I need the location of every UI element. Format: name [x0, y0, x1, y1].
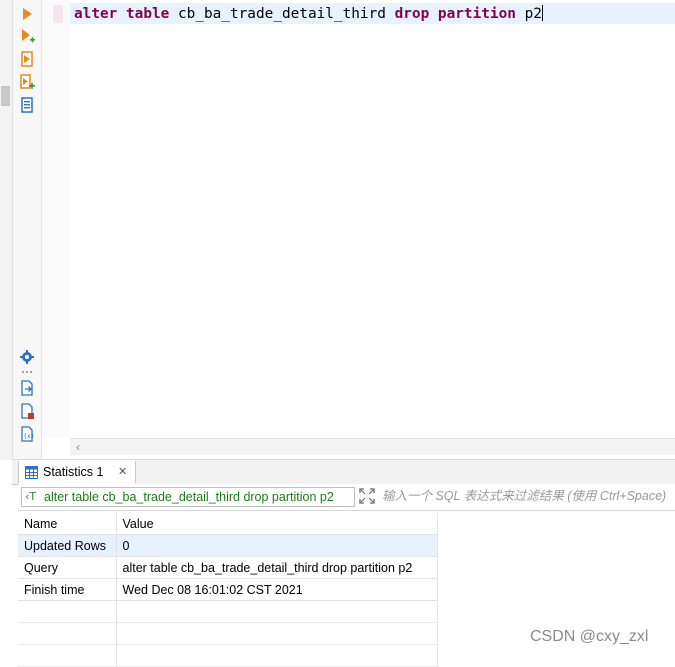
- code-token: table: [126, 6, 170, 22]
- table-row[interactable]: Query alter table cb_ba_trade_detail_thi…: [18, 556, 438, 579]
- expand-filter-button[interactable]: [359, 488, 375, 504]
- empty-cell: [18, 600, 117, 623]
- execute-script-icon: [21, 51, 33, 67]
- active-query-text: alter table cb_ba_trade_detail_third dro…: [44, 490, 334, 504]
- code-token: alter: [74, 6, 118, 22]
- editor-gutter: [42, 0, 70, 438]
- cell-name[interactable]: Updated Rows: [18, 534, 117, 557]
- empty-cell: [116, 600, 438, 623]
- variables-button[interactable]: {x}: [19, 426, 35, 442]
- table-row[interactable]: Updated Rows 0: [18, 534, 438, 557]
- explain-plan-icon: [21, 97, 33, 113]
- results-tab-bar: Statistics 1 ✕: [12, 459, 675, 485]
- results-filter-bar: ‹T alter table cb_ba_trade_detail_third …: [18, 484, 675, 511]
- tab-statistics[interactable]: Statistics 1 ✕: [18, 460, 136, 484]
- delete-file-button[interactable]: [19, 403, 35, 419]
- execute-script-new-tab-button[interactable]: [19, 74, 35, 90]
- empty-row: [18, 644, 438, 667]
- editor-side-toolbar: {x}: [13, 0, 42, 460]
- scroll-left-icon[interactable]: ‹: [76, 440, 80, 454]
- empty-row: [18, 622, 438, 645]
- cell-value[interactable]: alter table cb_ba_trade_detail_third dro…: [116, 556, 438, 579]
- query-text-icon: ‹T: [25, 490, 37, 503]
- toolbar-separator: [22, 371, 32, 375]
- delete-file-icon: [21, 403, 34, 419]
- empty-row: [18, 600, 438, 623]
- sql-editor[interactable]: alter table cb_ba_trade_detail_third dro…: [70, 0, 675, 438]
- sql-code-line[interactable]: alter table cb_ba_trade_detail_third dro…: [74, 5, 543, 23]
- execute-new-tab-icon: [22, 29, 35, 43]
- expand-arrows-icon: [359, 488, 375, 504]
- cell-value[interactable]: 0: [116, 534, 438, 557]
- vertical-scroll-thumb[interactable]: [1, 86, 10, 106]
- current-line-marker: [53, 5, 63, 23]
- code-token: cb_ba_trade_detail_third: [169, 6, 395, 22]
- svg-text:{x}: {x}: [23, 433, 34, 440]
- code-token: partition: [437, 6, 516, 22]
- cell-value[interactable]: Wed Dec 08 16:01:02 CST 2021: [116, 578, 438, 601]
- cell-name[interactable]: Finish time: [18, 578, 117, 601]
- code-token: p2: [515, 6, 542, 22]
- empty-cell: [18, 622, 117, 645]
- filter-expression-input[interactable]: [382, 486, 675, 506]
- export-icon: [21, 380, 33, 396]
- text-caret: [541, 5, 543, 21]
- execute-script-button[interactable]: [19, 51, 35, 67]
- column-header-value[interactable]: Value: [116, 513, 438, 535]
- active-query-box[interactable]: ‹T alter table cb_ba_trade_detail_third …: [21, 487, 355, 507]
- empty-cell: [116, 622, 438, 645]
- settings-button[interactable]: [19, 349, 35, 365]
- variables-icon: {x}: [21, 426, 35, 442]
- horizontal-scrollbar[interactable]: ‹: [70, 438, 675, 455]
- code-token: drop: [394, 6, 430, 22]
- close-icon[interactable]: ✕: [118, 465, 127, 478]
- execute-script-new-tab-icon: [20, 74, 35, 89]
- empty-cell: [18, 644, 117, 667]
- tab-label: Statistics 1: [43, 465, 104, 479]
- execute-statement-icon: [23, 8, 32, 20]
- empty-cell: [116, 644, 438, 667]
- execute-statement-button[interactable]: [19, 6, 35, 22]
- outer-side-strip: [0, 0, 13, 460]
- grid-table-icon: [25, 466, 38, 479]
- table-row[interactable]: Finish time Wed Dec 08 16:01:02 CST 2021: [18, 578, 438, 601]
- table-header-row: Name Value: [18, 513, 438, 535]
- explain-plan-button[interactable]: [19, 97, 35, 113]
- execute-new-tab-button[interactable]: [19, 28, 35, 44]
- export-button[interactable]: [19, 380, 35, 396]
- watermark: CSDN @cxy_zxl: [530, 628, 649, 645]
- column-header-name[interactable]: Name: [18, 513, 117, 535]
- cell-name[interactable]: Query: [18, 556, 117, 579]
- settings-gear-icon: [20, 350, 34, 364]
